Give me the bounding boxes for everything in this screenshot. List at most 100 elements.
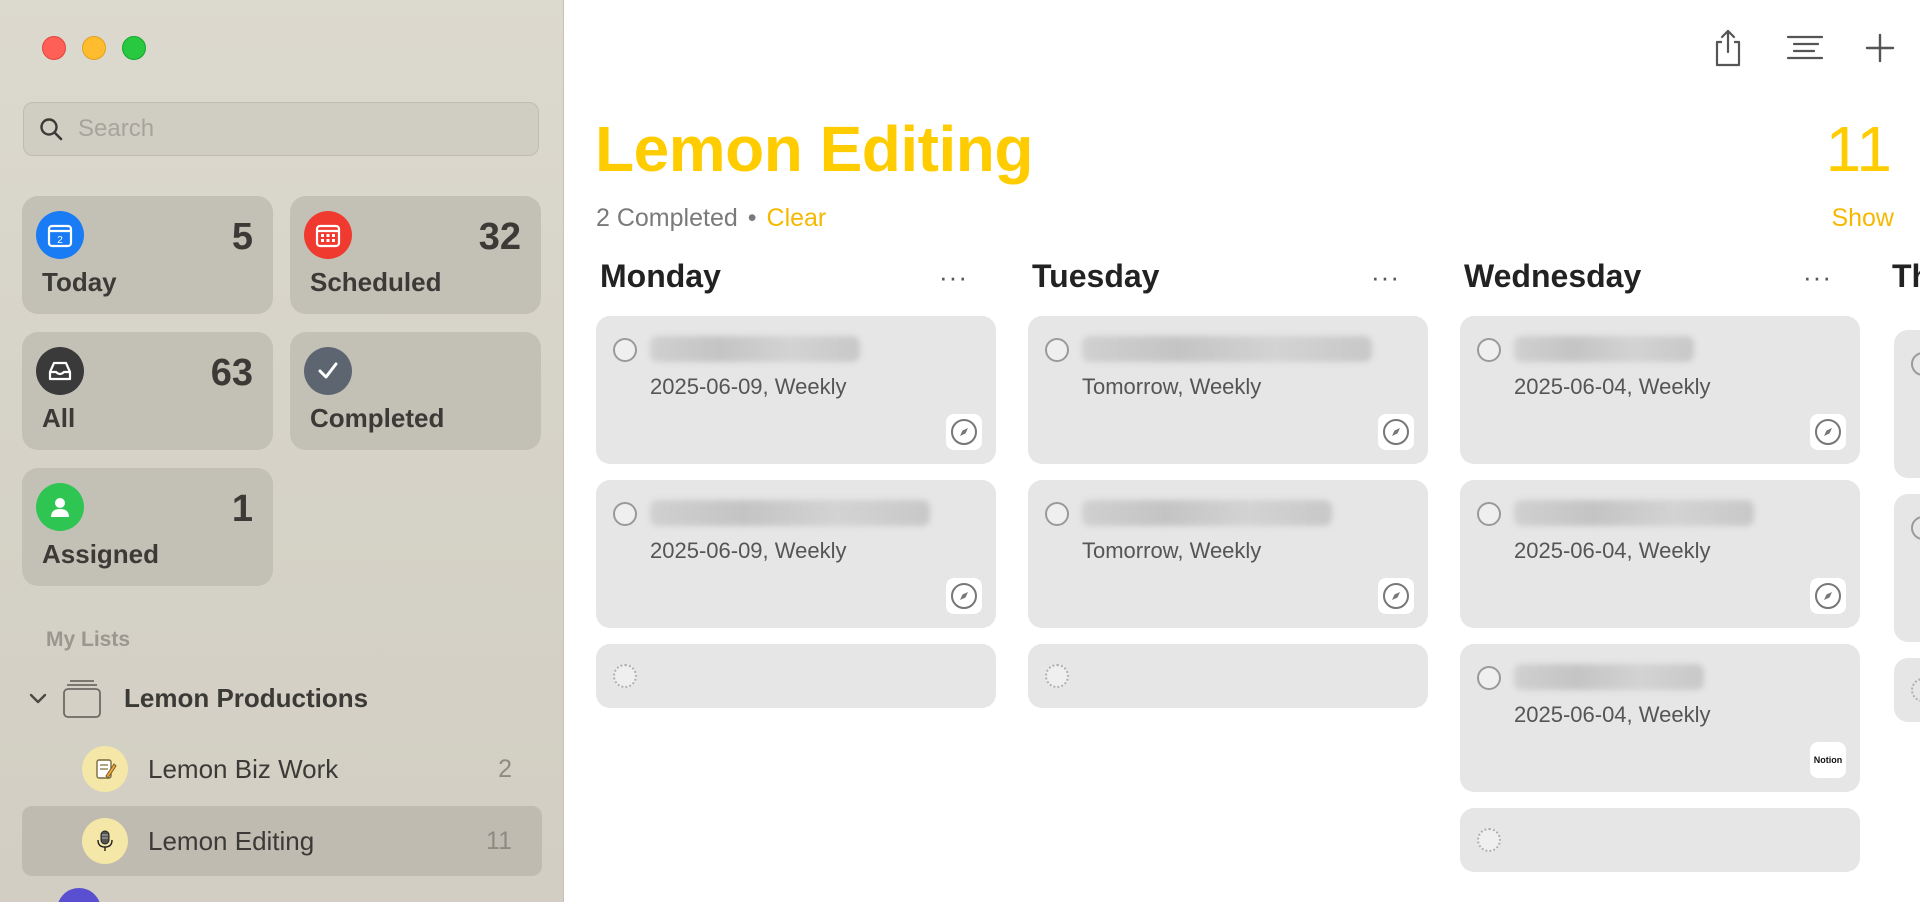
reminder-due: 2025-06-04, Weekly <box>1514 374 1711 399</box>
reminder-card[interactable]: 2025-06-04, Weekly Notion <box>1460 644 1860 792</box>
column-title: Tuesday <box>1032 258 1160 294</box>
list-view-icon <box>1786 35 1824 60</box>
smart-list-assigned[interactable]: 1 Assigned <box>22 468 273 586</box>
safari-icon[interactable] <box>1810 578 1846 614</box>
notion-icon[interactable]: Notion <box>1810 742 1846 778</box>
new-reminder-card[interactable] <box>1028 644 1428 708</box>
safari-icon[interactable] <box>1810 414 1846 450</box>
column-wednesday: Wednesday ··· 2025-06-04, Weekly 2025-06… <box>1460 258 1860 888</box>
view-options-button[interactable] <box>1783 26 1827 70</box>
new-reminder-card-partial[interactable] <box>1894 658 1920 722</box>
share-icon <box>1715 29 1741 67</box>
show-completed-button[interactable]: Show <box>1831 204 1894 233</box>
search-field[interactable] <box>23 102 539 156</box>
safari-icon[interactable] <box>946 414 982 450</box>
complete-checkbox[interactable] <box>613 338 637 362</box>
complete-checkbox[interactable] <box>1911 516 1920 540</box>
notepad-icon <box>82 746 128 792</box>
clear-completed-button[interactable]: Clear <box>767 204 827 233</box>
add-reminder-button[interactable] <box>1858 26 1902 70</box>
complete-checkbox[interactable] <box>1477 666 1501 690</box>
smart-list-all[interactable]: 63 All <box>22 332 273 450</box>
minimize-window-button[interactable] <box>82 36 106 60</box>
list-group-lemon-productions[interactable]: Lemon Productions <box>24 670 540 726</box>
tray-icon <box>36 347 84 395</box>
column-title: Th <box>1892 258 1920 294</box>
safari-icon[interactable] <box>1378 414 1414 450</box>
reminder-card[interactable]: 2025-06-04, Weekly <box>1460 316 1860 464</box>
reminder-title-redacted[interactable] <box>650 500 930 526</box>
separator-dot: • <box>747 204 757 232</box>
reminder-card[interactable]: Tomorrow, Weekly <box>1028 316 1428 464</box>
reminder-due: 2025-06-04, Weekly <box>1514 702 1711 727</box>
reminder-title-redacted[interactable] <box>1514 336 1694 362</box>
smart-list-today[interactable]: 2 5 Today <box>22 196 273 314</box>
search-input[interactable] <box>76 114 500 144</box>
reminder-title-redacted[interactable] <box>650 336 860 362</box>
new-reminder-checkbox[interactable] <box>1477 828 1501 852</box>
reminder-card[interactable]: 2025-06-09, Weekly <box>596 480 996 628</box>
share-button[interactable] <box>1706 26 1750 70</box>
today-count: 5 <box>231 216 253 258</box>
chevron-down-icon[interactable] <box>24 684 52 712</box>
reminder-title-redacted[interactable] <box>1082 500 1332 526</box>
scheduled-label: Scheduled <box>310 267 442 297</box>
reminder-due: 2025-06-04, Weekly <box>1514 538 1711 563</box>
sidebar-list-lemon-editing[interactable]: Lemon Editing 11 <box>22 806 542 876</box>
complete-checkbox[interactable] <box>1045 502 1069 526</box>
reminder-card[interactable]: Tomorrow, Weekly <box>1028 480 1428 628</box>
my-lists-header: My Lists <box>46 628 131 651</box>
reminder-title-redacted[interactable] <box>1514 500 1754 526</box>
sidebar: 2 5 Today 32 Scheduled 63 <box>0 0 564 902</box>
main-content: Lemon Editing 11 2 Completed • Clear Sho… <box>564 0 1920 902</box>
reminder-card-partial[interactable] <box>1894 330 1920 478</box>
safari-icon[interactable] <box>946 578 982 614</box>
new-reminder-card[interactable] <box>1460 808 1860 872</box>
reminder-title-redacted[interactable] <box>1082 336 1372 362</box>
list-name: Lemon Biz Work <box>148 753 339 784</box>
sidebar-list-lemon-biz-work[interactable]: Lemon Biz Work 2 <box>22 734 542 804</box>
reminder-card[interactable]: 2025-06-04, Weekly <box>1460 480 1860 628</box>
notion-badge-text: Notion <box>1813 755 1843 765</box>
zoom-window-button[interactable] <box>122 36 146 60</box>
complete-checkbox[interactable] <box>613 502 637 526</box>
safari-icon[interactable] <box>1378 578 1414 614</box>
list-count: 11 <box>486 826 512 855</box>
calendar-day-icon: 2 <box>36 211 84 259</box>
completed-count-text: 2 Completed <box>596 204 738 232</box>
complete-checkbox[interactable] <box>1477 338 1501 362</box>
close-window-button[interactable] <box>42 36 66 60</box>
search-icon <box>40 118 63 141</box>
svg-text:2: 2 <box>57 235 63 246</box>
list-avatar-partial[interactable] <box>57 888 101 902</box>
complete-checkbox[interactable] <box>1477 502 1501 526</box>
reminder-due: Tomorrow, Weekly <box>1082 538 1262 563</box>
smart-list-completed[interactable]: Completed <box>290 332 541 450</box>
new-reminder-card[interactable] <box>596 644 996 708</box>
microphone-icon <box>82 818 128 864</box>
new-reminder-checkbox[interactable] <box>1911 678 1920 702</box>
group-name: Lemon Productions <box>124 682 369 713</box>
complete-checkbox[interactable] <box>1045 338 1069 362</box>
new-reminder-checkbox[interactable] <box>613 664 637 688</box>
column-title: Wednesday <box>1464 258 1642 294</box>
column-more-button[interactable]: ··· <box>1371 262 1400 293</box>
reminder-card-partial[interactable] <box>1894 494 1920 642</box>
checkmark-icon <box>304 347 352 395</box>
completed-label: Completed <box>310 403 445 433</box>
column-tuesday: Tuesday ··· Tomorrow, Weekly Tomorrow, W… <box>1028 258 1428 724</box>
reminder-title-redacted[interactable] <box>1514 664 1704 690</box>
reminder-card[interactable]: 2025-06-09, Weekly <box>596 316 996 464</box>
list-count: 2 <box>498 754 512 783</box>
reminder-count: 11 <box>1825 113 1892 185</box>
column-title: Monday <box>600 258 721 294</box>
column-more-button[interactable]: ··· <box>939 262 968 293</box>
today-label: Today <box>42 267 117 297</box>
all-label: All <box>42 403 76 433</box>
plus-icon <box>1865 33 1895 63</box>
smart-list-scheduled[interactable]: 32 Scheduled <box>290 196 541 314</box>
assigned-count: 1 <box>231 488 253 530</box>
new-reminder-checkbox[interactable] <box>1045 664 1069 688</box>
complete-checkbox[interactable] <box>1911 352 1920 376</box>
column-more-button[interactable]: ··· <box>1803 262 1832 293</box>
